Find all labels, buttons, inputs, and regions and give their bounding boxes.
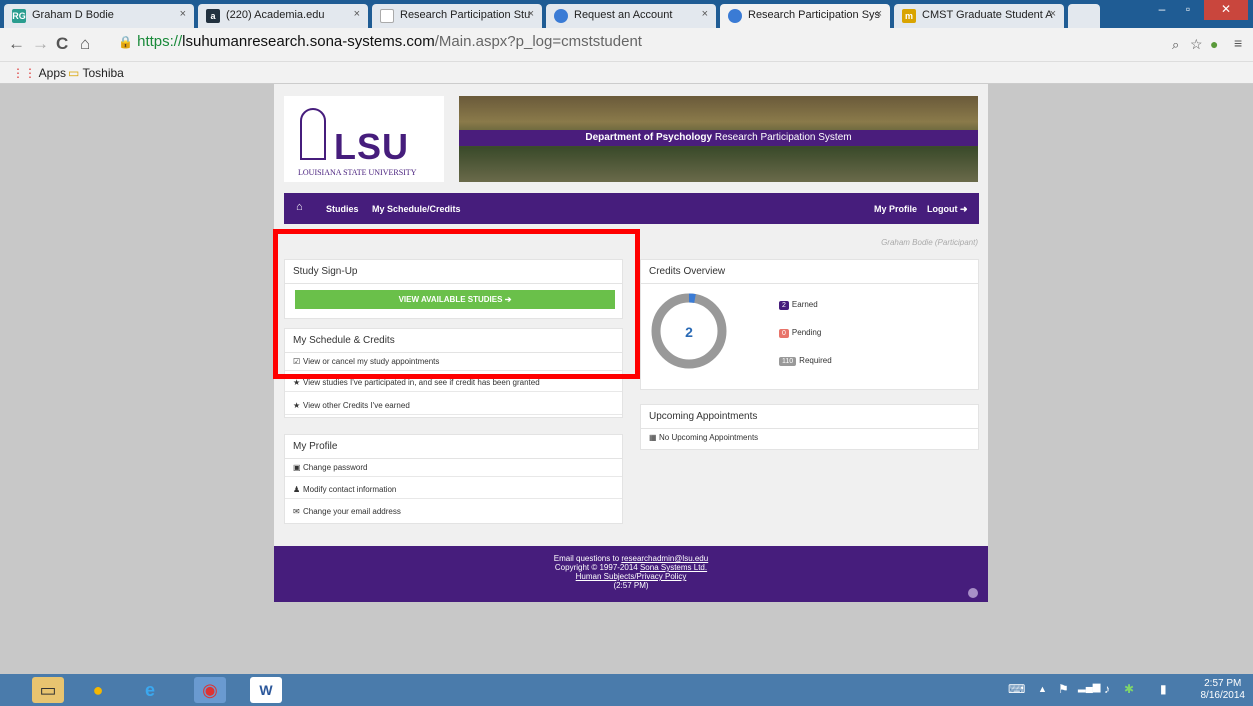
browser-tab[interactable]: Research Participation Stu × — [372, 4, 542, 28]
restore-button[interactable]: ▫ — [1176, 0, 1200, 20]
list-item[interactable]: ✉ Change your email address — [285, 503, 622, 520]
windows-taskbar: ▭ ● e ◉ W ⌨ ▲ ⚑ ▂▄▆ ♪ ✱ ▮ 2:57 PM 8/16/2… — [0, 674, 1253, 706]
academia-icon: a — [206, 9, 220, 23]
chrome-icon[interactable]: ◉ — [194, 677, 226, 703]
bookmark-apps[interactable]: ⋮⋮ Apps — [12, 66, 66, 80]
banner-photo: Department of Psychology Research Partic… — [459, 96, 978, 182]
browser-tab[interactable]: m CMST Graduate Student A × — [894, 4, 1064, 28]
lock-icon: ▣ — [293, 463, 301, 472]
browser-toolbar: ← → C ⌂ 🔒 https://lsuhumanresearch.sona-… — [0, 28, 1253, 62]
close-tab-icon[interactable]: × — [702, 8, 708, 20]
envelope-icon: ✉ — [293, 507, 300, 516]
list-item[interactable]: ★ View other Credits I've earned — [285, 397, 622, 415]
required-stat: 110 Required — [779, 356, 832, 366]
credits-ring-chart: 2 — [651, 293, 727, 369]
user-icon: ♟ — [293, 485, 301, 494]
panel-title: Credits Overview — [641, 260, 978, 284]
panel-title: My Profile — [285, 435, 622, 459]
user-label: Graham Bodie (Participant) — [881, 238, 978, 247]
bookmark-star-icon[interactable]: ☆ — [1190, 36, 1203, 53]
sona-icon — [728, 9, 742, 23]
calendar-icon: ▦ — [649, 433, 657, 442]
bookmarks-bar: ⋮⋮ Apps ▭ Toshiba — [0, 62, 1253, 84]
picasa-icon[interactable]: ● — [82, 677, 114, 703]
pending-stat: 0 Pending — [779, 328, 821, 338]
browser-tab[interactable]: Request an Account × — [546, 4, 716, 28]
close-tab-icon[interactable]: × — [876, 8, 882, 20]
sona-systems-link[interactable]: Sona Systems Ltd. — [640, 563, 707, 572]
document-icon — [380, 9, 394, 23]
browser-tab[interactable]: RG Graham D Bodie × — [4, 4, 194, 28]
browser-tab[interactable]: a (220) Academia.edu × — [198, 4, 368, 28]
ring-earned-arc — [688, 293, 696, 303]
nav-studies[interactable]: Studies — [326, 204, 359, 214]
lsu-tower-icon — [300, 108, 326, 160]
credits-overview-panel: Credits Overview 2 2 Earned 0 Pending 110 R… — [640, 259, 979, 390]
file-explorer-icon[interactable]: ▭ — [32, 677, 64, 703]
keyboard-icon[interactable]: ⌨ — [1008, 682, 1025, 696]
list-item[interactable]: ▣ Change password — [285, 459, 622, 477]
signal-icon[interactable]: ▂▄▆ — [1078, 682, 1100, 693]
address-bar[interactable]: 🔒 https://lsuhumanresearch.sona-systems.… — [118, 32, 1198, 54]
browser-tabbar: RG Graham D Bodie × a (220) Academia.edu… — [0, 0, 1253, 28]
privacy-policy-link[interactable]: Human Subjects/Privacy Policy — [576, 572, 687, 581]
flag-icon[interactable]: ⚑ — [1058, 682, 1069, 696]
home-icon[interactable]: ⌂ — [80, 34, 90, 54]
sona-icon — [554, 9, 568, 23]
list-item[interactable]: ♟ Modify contact information — [285, 481, 622, 499]
lsu-logo[interactable]: LSU LOUISIANA STATE UNIVERSITY — [284, 96, 444, 182]
my-profile-panel: My Profile ▣ Change password ♟ Modify cont… — [284, 434, 623, 524]
admin-email-link[interactable]: researchadmin@lsu.edu — [621, 554, 708, 563]
apps-grid-icon: ⋮⋮ — [12, 66, 36, 80]
logout-icon: ➜ — [960, 204, 968, 214]
internet-explorer-icon[interactable]: e — [134, 677, 166, 703]
main-nav: ⌂ Studies My Schedule/Credits My Profile… — [284, 193, 979, 224]
new-tab-button[interactable] — [1068, 4, 1100, 28]
close-tab-icon[interactable]: × — [528, 8, 534, 20]
panel-title: Upcoming Appointments — [641, 405, 978, 429]
page-footer: Email questions to researchadmin@lsu.edu… — [274, 546, 988, 602]
folder-icon: ▭ — [68, 66, 80, 80]
show-hidden-icons[interactable]: ▲ — [1038, 684, 1047, 694]
menu-icon[interactable]: ≡ — [1234, 35, 1242, 51]
browser-tab-active[interactable]: Research Participation Sys × — [720, 4, 890, 28]
ring-value: 2 — [685, 324, 693, 340]
close-tab-icon[interactable]: × — [1050, 8, 1056, 20]
home-nav-icon[interactable]: ⌂ — [296, 201, 303, 213]
close-tab-icon[interactable]: × — [354, 8, 360, 20]
banner-title: Department of Psychology Research Partic… — [459, 130, 978, 146]
mendeley-icon: m — [902, 9, 916, 23]
back-icon[interactable]: ← — [8, 34, 25, 54]
bookmark-folder-toshiba[interactable]: ▭ Toshiba — [68, 66, 124, 80]
empty-appointments: ▦ No Upcoming Appointments — [649, 433, 759, 442]
zoom-icon[interactable]: ⌕ — [1172, 37, 1179, 53]
close-tab-icon[interactable]: × — [180, 8, 186, 20]
reload-icon[interactable]: C — [56, 34, 68, 54]
nav-my-profile[interactable]: My Profile — [874, 204, 917, 214]
researchgate-icon: RG — [12, 9, 26, 23]
star-icon: ★ — [293, 378, 301, 387]
earned-stat: 2 Earned — [779, 300, 818, 310]
close-window-button[interactable]: ✕ — [1204, 0, 1248, 20]
taskbar-clock[interactable]: 2:57 PM 8/16/2014 — [1201, 678, 1246, 702]
network-icon[interactable]: ✱ — [1124, 682, 1134, 696]
highlight-annotation — [273, 229, 640, 379]
scroll-top-icon[interactable] — [968, 588, 978, 598]
upcoming-appointments-panel: Upcoming Appointments ▦ No Upcoming Appoi… — [640, 404, 979, 450]
star-icon: ★ — [293, 401, 301, 410]
forward-icon[interactable]: → — [32, 34, 49, 54]
volume-icon[interactable]: ♪ — [1104, 682, 1110, 696]
evernote-icon[interactable]: ● — [1210, 36, 1218, 52]
battery-icon[interactable]: ▮ — [1160, 682, 1167, 696]
minimize-button[interactable]: – — [1150, 0, 1174, 20]
lock-icon: 🔒 — [118, 35, 133, 49]
nav-schedule-credits[interactable]: My Schedule/Credits — [372, 204, 461, 214]
word-icon[interactable]: W — [250, 677, 282, 703]
nav-logout[interactable]: Logout ➜ — [927, 204, 968, 215]
